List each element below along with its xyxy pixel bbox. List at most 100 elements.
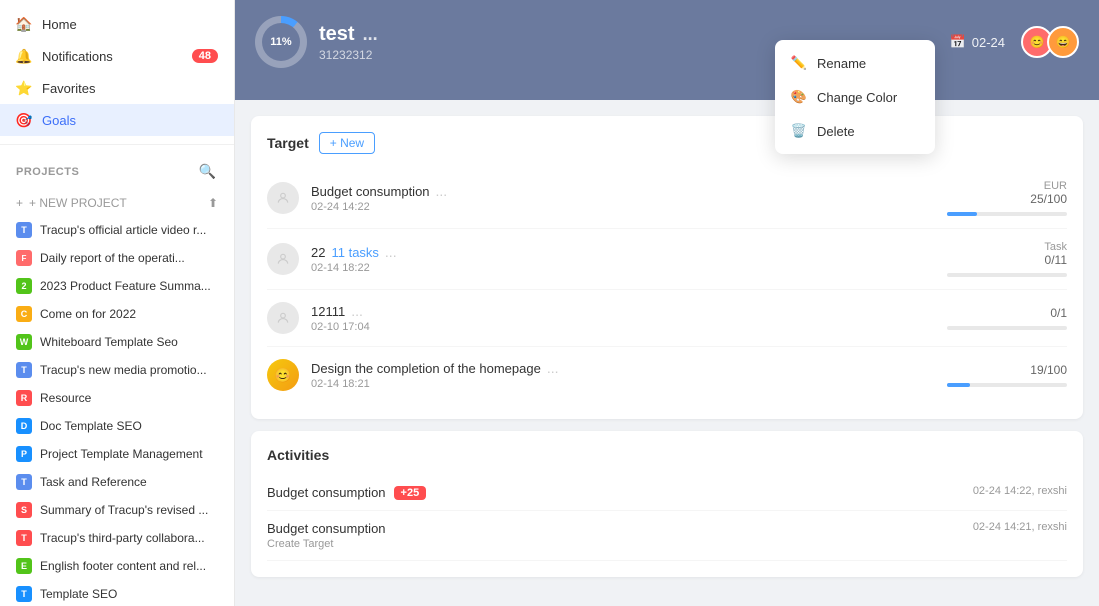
target-avatar-t2 xyxy=(267,243,299,275)
project-name-p1: Tracup's official article video r... xyxy=(40,223,206,237)
header-top: 11% test ... 31232312 📅 02-24 😊 😄 xyxy=(255,16,1079,68)
project-dot-p10: T xyxy=(16,474,32,490)
target-name-t3: 12111 xyxy=(311,304,345,319)
activities-list: Budget consumption +25 02-24 14:22, rexs… xyxy=(267,475,1067,561)
target-dots-t2[interactable]: ... xyxy=(385,244,397,260)
target-item-t3: 12111 ... 02-10 17:04 0/1 xyxy=(267,290,1067,347)
activity-badge-a1: +25 xyxy=(394,486,427,500)
project-dot-p4: C xyxy=(16,306,32,322)
context-menu-item-rename[interactable]: ✏️ Rename xyxy=(775,46,935,80)
target-dots-t1[interactable]: ... xyxy=(436,183,448,199)
context-item-label-change-color: Change Color xyxy=(817,90,897,105)
project-name-p8: Doc Template SEO xyxy=(40,419,142,433)
target-card-title: Target xyxy=(267,135,309,151)
target-name-wrapper-t3: 12111 ... xyxy=(311,303,935,319)
target-right-t4: 19/100 xyxy=(947,363,1067,387)
target-avatar-t4: 😊 xyxy=(267,359,299,391)
context-item-label-rename: Rename xyxy=(817,56,866,71)
sidebar-item-home[interactable]: 🏠 Home xyxy=(0,8,234,40)
project-item-p14[interactable]: T Template SEO xyxy=(0,580,234,606)
project-name-p11: Summary of Tracup's revised ... xyxy=(40,503,208,517)
target-name-t4: Design the completion of the homepage xyxy=(311,361,541,376)
context-menu-item-change-color[interactable]: 🎨 Change Color xyxy=(775,80,935,114)
activity-user-a2: rexshi xyxy=(1038,521,1067,533)
activities-title: Activities xyxy=(267,447,1067,463)
context-menu-item-delete[interactable]: 🗑️ Delete xyxy=(775,114,935,148)
project-dot-p5: W xyxy=(16,334,32,350)
target-name-t2: 22 xyxy=(311,245,325,260)
goals-icon: 🎯 xyxy=(16,112,32,128)
project-name-p14: Template SEO xyxy=(40,587,117,601)
project-dot-p7: R xyxy=(16,390,32,406)
new-target-button[interactable]: + New xyxy=(319,132,375,154)
activity-name-a1: Budget consumption +25 xyxy=(267,485,426,500)
target-avatar-t3 xyxy=(267,302,299,334)
project-item-p11[interactable]: S Summary of Tracup's revised ... xyxy=(0,496,234,524)
project-item-p13[interactable]: E English footer content and rel... xyxy=(0,552,234,580)
activities-card: Activities Budget consumption +25 02-24 … xyxy=(251,431,1083,577)
project-item-p4[interactable]: C Come on for 2022 xyxy=(0,300,234,328)
search-projects-button[interactable]: 🔍 xyxy=(197,161,218,182)
project-dot-p13: E xyxy=(16,558,32,574)
project-name-p5: Whiteboard Template Seo xyxy=(40,335,178,349)
projects-title: PROJECTS xyxy=(16,166,79,178)
sidebar-item-goals[interactable]: 🎯 Goals xyxy=(0,104,234,136)
target-date-t4: 02-14 18:21 xyxy=(311,378,935,390)
project-item-p8[interactable]: D Doc Template SEO xyxy=(0,412,234,440)
project-name-p12: Tracup's third-party collabora... xyxy=(40,531,205,545)
context-item-label-delete: Delete xyxy=(817,124,855,139)
project-item-p2[interactable]: F Daily report of the operati... xyxy=(0,244,234,272)
project-item-p10[interactable]: T Task and Reference xyxy=(0,468,234,496)
project-name-p3: 2023 Product Feature Summa... xyxy=(40,279,211,293)
rename-icon: ✏️ xyxy=(791,55,807,71)
project-item-p3[interactable]: 2 2023 Product Feature Summa... xyxy=(0,272,234,300)
sidebar-item-notifications[interactable]: 🔔 Notifications 48 xyxy=(0,40,234,72)
activity-user-a1: rexshi xyxy=(1038,485,1067,497)
date-badge: 📅 02-24 xyxy=(950,34,1005,50)
main-content: 11% test ... 31232312 📅 02-24 😊 😄 xyxy=(235,0,1099,606)
target-info-t3: 12111 ... 02-10 17:04 xyxy=(311,303,935,333)
target-progress-text-t4: 19/100 xyxy=(947,363,1067,377)
target-avatar-t1 xyxy=(267,182,299,214)
project-item-p6[interactable]: T Tracup's new media promotio... xyxy=(0,356,234,384)
new-project-button[interactable]: + + NEW PROJECT ⬆ xyxy=(0,190,234,216)
header-dots-menu[interactable]: ... xyxy=(363,24,378,45)
target-date-t1: 02-24 14:22 xyxy=(311,201,935,213)
notifications-icon: 🔔 xyxy=(16,48,32,64)
project-item-p1[interactable]: T Tracup's official article video r... xyxy=(0,216,234,244)
projects-actions: 🔍 xyxy=(197,161,218,182)
project-name-p6: Tracup's new media promotio... xyxy=(40,363,207,377)
project-item-p5[interactable]: W Whiteboard Template Seo xyxy=(0,328,234,356)
project-item-p9[interactable]: P Project Template Management xyxy=(0,440,234,468)
nav-label-goals: Goals xyxy=(42,113,218,128)
project-dot-p2: F xyxy=(16,250,32,266)
target-tasks-link-t2[interactable]: 11 tasks xyxy=(331,245,378,260)
project-list: T Tracup's official article video r... F… xyxy=(0,216,234,606)
project-dot-p14: T xyxy=(16,586,32,602)
target-progress-fill-t1 xyxy=(947,212,977,216)
target-progress-bar-t3 xyxy=(947,326,1067,330)
target-right-t1: EUR 25/100 xyxy=(947,180,1067,216)
project-item-p12[interactable]: T Tracup's third-party collabora... xyxy=(0,524,234,552)
target-dots-t3[interactable]: ... xyxy=(351,303,363,319)
target-progress-fill-t4 xyxy=(947,383,970,387)
target-right-t3: 0/1 xyxy=(947,306,1067,330)
target-list: Budget consumption ... 02-24 14:22 EUR 2… xyxy=(267,168,1067,403)
sidebar-item-favorites[interactable]: ⭐ Favorites xyxy=(0,72,234,104)
project-item-p7[interactable]: R Resource xyxy=(0,384,234,412)
nav-label-favorites: Favorites xyxy=(42,81,218,96)
target-info-t1: Budget consumption ... 02-24 14:22 xyxy=(311,183,935,213)
target-dots-t4[interactable]: ... xyxy=(547,360,559,376)
project-name-p4: Come on for 2022 xyxy=(40,307,136,321)
activity-meta-a2: 02-24 14:21, rexshi xyxy=(973,521,1067,533)
target-card: Target + New Budget consumption ... 02-2… xyxy=(251,116,1083,419)
calendar-icon: 📅 xyxy=(950,34,966,50)
activity-name-a2: Budget consumption xyxy=(267,521,386,536)
project-dot-p6: T xyxy=(16,362,32,378)
projects-header: PROJECTS 🔍 xyxy=(0,153,234,190)
progress-percent: 11% xyxy=(262,23,300,61)
target-date-t3: 02-10 17:04 xyxy=(311,321,935,333)
import-icon: ⬆ xyxy=(208,196,218,210)
goal-title: test xyxy=(319,23,355,46)
project-name-p10: Task and Reference xyxy=(40,475,147,489)
